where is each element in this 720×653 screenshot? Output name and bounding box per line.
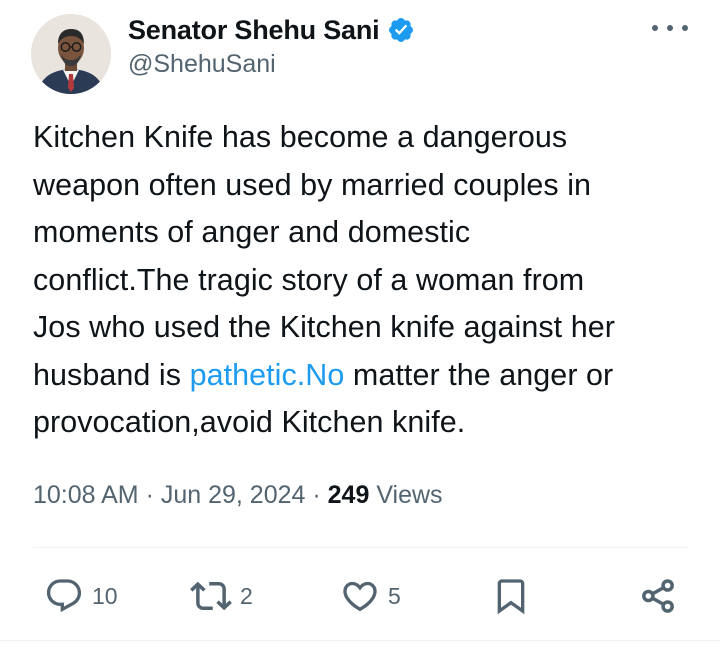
tweet-link[interactable]: pathetic.No [190,358,345,392]
meta-separator: · [305,481,328,509]
tweet-meta: 10:08 AM · Jun 29, 2024 · 249 Views [33,476,443,514]
tweet-card: Senator Shehu Sani @ShehuSani Kitchen Kn… [0,0,720,653]
dot [652,25,658,31]
reply-count: 10 [92,582,118,609]
like-button[interactable]: 5 [340,576,401,616]
tweet-text-segment: husband is [33,357,190,392]
verified-badge-icon[interactable] [387,16,415,44]
dot [682,25,688,31]
bookmark-button[interactable] [491,576,531,616]
tweet-text-line: provocation,avoid Kitchen knife. [33,405,466,439]
author-display-name[interactable]: Senator Shehu Sani [128,15,380,46]
dot [667,25,673,31]
views-label: Views [369,481,443,509]
tweet-text-line: moments of anger and domestic [33,215,471,249]
more-horizontal-icon[interactable] [652,18,688,38]
heart-icon [340,576,380,616]
bookmark-icon [491,576,531,616]
avatar-image [31,14,111,94]
tweet-text-line: Jos who used the Kitchen knife against h… [33,310,615,344]
tweet-date[interactable]: Jun 29, 2024 [161,481,306,509]
divider [0,640,720,641]
share-icon [637,575,679,617]
share-button[interactable] [637,576,679,616]
repost-count: 2 [240,582,253,609]
tweet-text-line: conflict.The tragic story of a woman fro… [33,262,585,297]
reply-icon [44,576,84,616]
views-count: 249 [327,481,370,509]
author-handle[interactable]: @ShehuSani [128,50,276,79]
repost-button[interactable]: 2 [190,576,253,616]
divider [33,547,688,548]
tweet-text-line: Kitchen Knife has become a dangerous [33,120,568,154]
tweet-text: Kitchen Knife has become a dangerous wea… [33,114,698,447]
tweet-text-line: husband is pathetic.No matter the anger … [33,352,698,400]
repost-icon [190,575,232,617]
reply-button[interactable]: 10 [44,576,118,616]
tweet-text-segment: matter the anger or [344,357,614,392]
like-count: 5 [388,582,401,609]
tweet-text-line: weapon often used by married couples in [33,167,592,202]
avatar[interactable] [31,14,111,94]
tweet-time[interactable]: 10:08 AM [33,481,139,509]
author-name-row: Senator Shehu Sani [128,12,415,48]
meta-separator: · [138,481,161,509]
